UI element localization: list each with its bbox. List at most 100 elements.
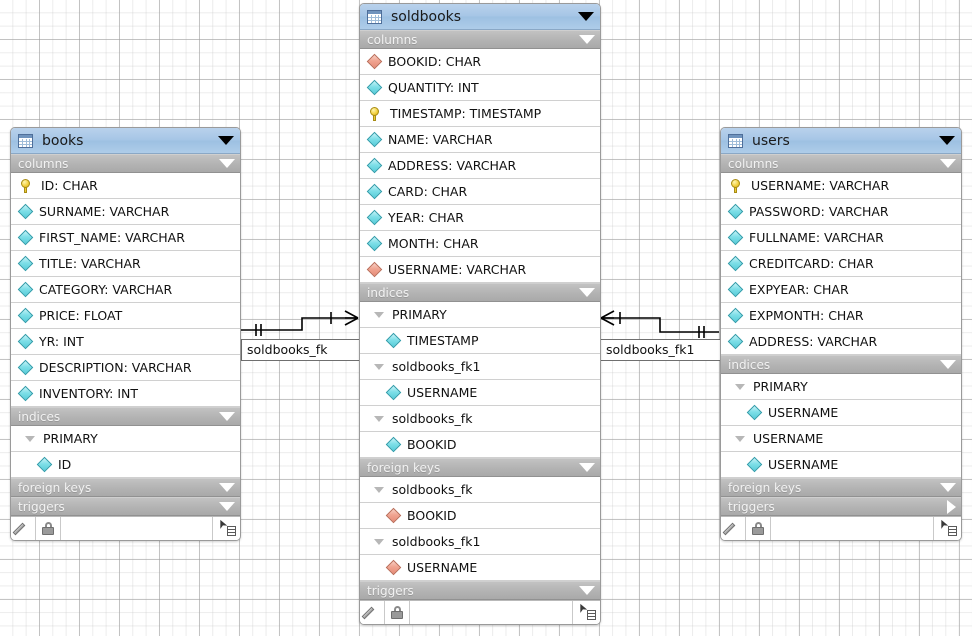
index-group-row[interactable]: PRIMARY (721, 374, 961, 400)
table-row[interactable]: INVENTORY: INT (11, 381, 240, 407)
table-row[interactable]: EXPYEAR: CHAR (721, 277, 961, 303)
section-foreign-keys[interactable]: foreign keys (11, 478, 240, 497)
section-triggers[interactable]: triggers (360, 581, 600, 600)
chevron-down-icon[interactable] (218, 136, 234, 145)
chevron-down-icon[interactable] (374, 415, 384, 422)
diagram-canvas[interactable]: soldbooks --> users --> soldbooks_fk sol… (0, 0, 972, 636)
section-columns[interactable]: columns (360, 30, 600, 49)
table-row[interactable]: BOOKID: CHAR (360, 49, 600, 75)
table-footer-toolbar[interactable] (11, 516, 240, 540)
index-column-row[interactable]: BOOKID (360, 432, 600, 458)
chevron-down-icon[interactable] (219, 412, 235, 421)
chevron-down-icon[interactable] (219, 483, 235, 492)
lock-button[interactable] (385, 601, 410, 624)
select-button[interactable] (213, 517, 240, 540)
chevron-down-icon[interactable] (939, 136, 955, 145)
chevron-down-icon[interactable] (374, 363, 384, 370)
index-group-row[interactable]: soldbooks_fk (360, 406, 600, 432)
table-row[interactable]: TITLE: VARCHAR (11, 251, 240, 277)
chevron-down-icon[interactable] (578, 12, 594, 21)
select-button[interactable] (573, 601, 600, 624)
column-icon (36, 456, 53, 473)
table-row[interactable]: DESCRIPTION: VARCHAR (11, 355, 240, 381)
chevron-down-icon[interactable] (735, 383, 745, 390)
chevron-down-icon[interactable] (940, 159, 956, 168)
select-button[interactable] (934, 517, 961, 540)
table-row[interactable]: FIRST_NAME: VARCHAR (11, 225, 240, 251)
section-columns[interactable]: columns (721, 154, 961, 173)
relationship-label-soldbooks-fk[interactable]: soldbooks_fk (241, 339, 361, 361)
index-column-row[interactable]: USERNAME (721, 452, 961, 478)
edit-button[interactable] (721, 517, 746, 540)
table-row[interactable]: YEAR: CHAR (360, 205, 600, 231)
section-indices[interactable]: indices (11, 407, 240, 426)
table-row[interactable]: ADDRESS: VARCHAR (360, 153, 600, 179)
table-row[interactable]: USERNAME: VARCHAR (721, 173, 961, 199)
foreign-key-column-row[interactable]: BOOKID (360, 503, 600, 529)
table-books[interactable]: books columns ID: CHAR SURNAME: VARCHAR … (10, 127, 241, 541)
edit-button[interactable] (360, 601, 385, 624)
table-row[interactable]: SURNAME: VARCHAR (11, 199, 240, 225)
chevron-down-icon[interactable] (579, 463, 595, 472)
section-foreign-keys[interactable]: foreign keys (721, 478, 961, 497)
chevron-down-icon[interactable] (579, 586, 595, 595)
chevron-down-icon[interactable] (940, 360, 956, 369)
table-users[interactable]: users columns USERNAME: VARCHAR PASSWORD… (720, 127, 962, 541)
chevron-down-icon[interactable] (374, 486, 384, 493)
foreign-key-group-row[interactable]: soldbooks_fk (360, 477, 600, 503)
table-row[interactable]: USERNAME: VARCHAR (360, 257, 600, 283)
chevron-down-icon[interactable] (940, 483, 956, 492)
index-column-row[interactable]: USERNAME (721, 400, 961, 426)
foreign-key-column-row[interactable]: USERNAME (360, 555, 600, 581)
chevron-down-icon[interactable] (374, 311, 384, 318)
table-row[interactable]: QUANTITY: INT (360, 75, 600, 101)
table-row[interactable]: CATEGORY: VARCHAR (11, 277, 240, 303)
table-row[interactable]: NAME: VARCHAR (360, 127, 600, 153)
section-columns[interactable]: columns (11, 154, 240, 173)
table-row[interactable]: CARD: CHAR (360, 179, 600, 205)
section-triggers[interactable]: triggers (11, 497, 240, 516)
lock-button[interactable] (36, 517, 61, 540)
edit-button[interactable] (11, 517, 36, 540)
table-soldbooks-titlebar[interactable]: soldbooks (360, 4, 600, 30)
index-group-row[interactable]: PRIMARY (360, 302, 600, 328)
table-row[interactable]: ID: CHAR (11, 173, 240, 199)
table-row[interactable]: YR: INT (11, 329, 240, 355)
chevron-down-icon[interactable] (579, 288, 595, 297)
table-footer-toolbar[interactable] (360, 600, 600, 624)
chevron-down-icon[interactable] (579, 35, 595, 44)
table-row[interactable]: FULLNAME: VARCHAR (721, 225, 961, 251)
index-column-row[interactable]: ID (11, 452, 240, 478)
table-row[interactable]: PRICE: FLOAT (11, 303, 240, 329)
table-row[interactable]: EXPMONTH: CHAR (721, 303, 961, 329)
table-users-titlebar[interactable]: users (721, 128, 961, 154)
index-group-row[interactable]: PRIMARY (11, 426, 240, 452)
index-column-row[interactable]: USERNAME (360, 380, 600, 406)
section-triggers[interactable]: triggers (721, 497, 961, 516)
primary-key-icon (369, 106, 382, 121)
table-footer-toolbar[interactable] (721, 516, 961, 540)
table-row[interactable]: TIMESTAMP: TIMESTAMP (360, 101, 600, 127)
chevron-down-icon[interactable] (219, 159, 235, 168)
table-row[interactable]: ADDRESS: VARCHAR (721, 329, 961, 355)
table-soldbooks[interactable]: soldbooks columns BOOKID: CHAR QUANTITY:… (359, 3, 601, 625)
chevron-down-icon[interactable] (735, 435, 745, 442)
table-books-titlebar[interactable]: books (11, 128, 240, 154)
column-icon (366, 183, 383, 200)
section-indices[interactable]: indices (360, 283, 600, 302)
index-group-row[interactable]: USERNAME (721, 426, 961, 452)
index-group-row[interactable]: soldbooks_fk1 (360, 354, 600, 380)
foreign-key-group-row[interactable]: soldbooks_fk1 (360, 529, 600, 555)
chevron-down-icon[interactable] (219, 502, 235, 511)
section-foreign-keys[interactable]: foreign keys (360, 458, 600, 477)
chevron-right-icon[interactable] (947, 499, 956, 514)
table-row[interactable]: PASSWORD: VARCHAR (721, 199, 961, 225)
table-row[interactable]: MONTH: CHAR (360, 231, 600, 257)
chevron-down-icon[interactable] (374, 538, 384, 545)
relationship-label-soldbooks-fk1[interactable]: soldbooks_fk1 (600, 339, 721, 361)
chevron-down-icon[interactable] (25, 435, 35, 442)
index-column-row[interactable]: TIMESTAMP (360, 328, 600, 354)
table-row[interactable]: CREDITCARD: CHAR (721, 251, 961, 277)
lock-button[interactable] (746, 517, 771, 540)
section-indices[interactable]: indices (721, 355, 961, 374)
